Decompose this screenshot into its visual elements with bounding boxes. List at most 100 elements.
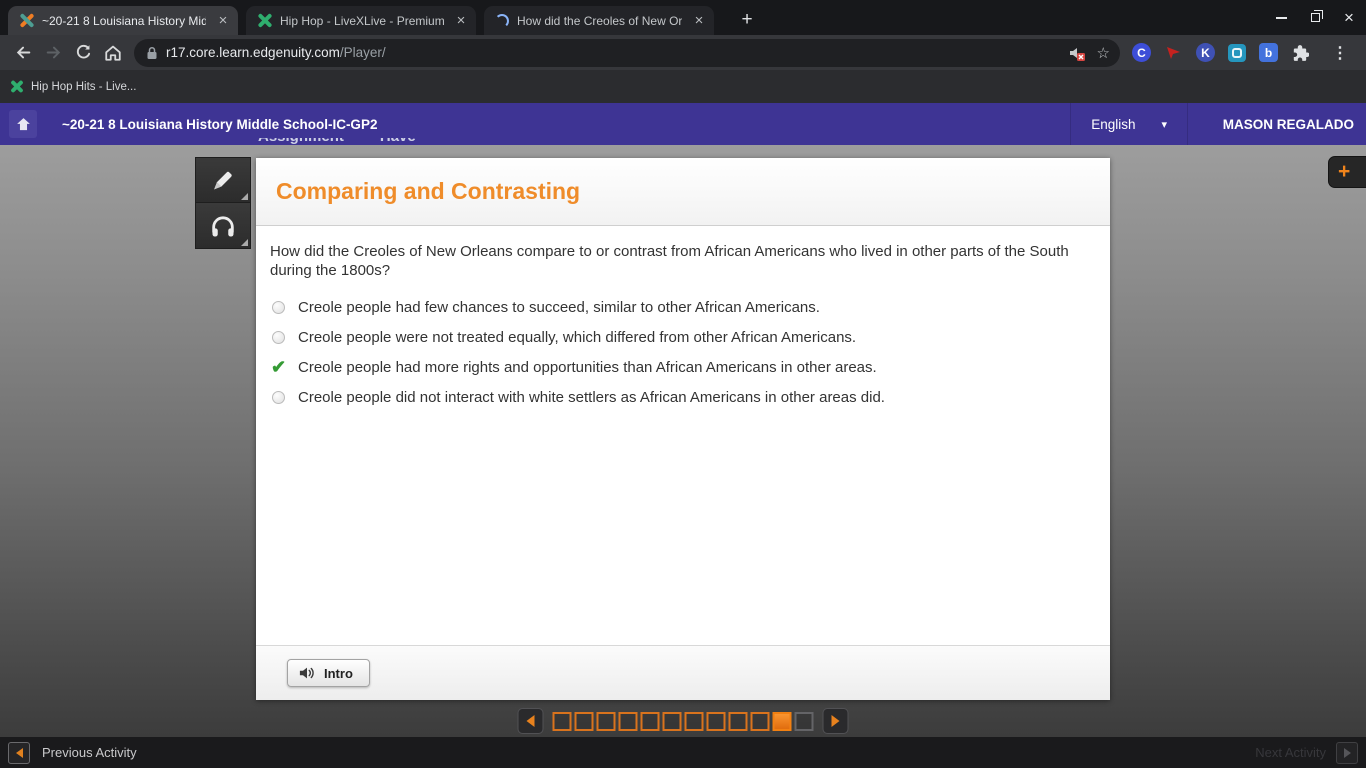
speaker-icon bbox=[299, 667, 314, 679]
extension-icon-teal[interactable] bbox=[1228, 43, 1246, 62]
forward-button[interactable] bbox=[38, 38, 68, 68]
page-square-visited[interactable] bbox=[596, 711, 616, 731]
answer-option-selected[interactable]: ✔ Creole people had more rights and oppo… bbox=[270, 357, 1096, 377]
new-tab-button[interactable]: + bbox=[734, 7, 760, 33]
chevron-down-icon: ▾ bbox=[1161, 118, 1167, 131]
previous-activity-label[interactable]: Previous Activity bbox=[42, 745, 137, 760]
intro-audio-button[interactable]: Intro bbox=[287, 659, 370, 687]
activity-card-body: How did the Creoles of New Orleans compa… bbox=[256, 226, 1110, 645]
browser-toolbar: r17.core.learn.edgenuity.com/Player/ ☆ C… bbox=[0, 35, 1366, 70]
back-button[interactable] bbox=[8, 38, 38, 68]
radio-icon[interactable] bbox=[272, 300, 285, 314]
restore-icon bbox=[1310, 10, 1323, 22]
tab-livexlive[interactable]: Hip Hop - LiveXLive - Premium L × bbox=[246, 6, 476, 35]
url-text: r17.core.learn.edgenuity.com/Player/ bbox=[166, 45, 386, 60]
answer-option-label: Creole people had more rights and opport… bbox=[298, 358, 877, 376]
answer-option-label: Creole people did not interact with whit… bbox=[298, 388, 885, 406]
next-activity-group: Next Activity bbox=[1255, 741, 1358, 764]
left-triangle-icon bbox=[15, 747, 23, 758]
page-square-visited[interactable] bbox=[684, 711, 704, 731]
clipped-tab-assignment[interactable]: Assignment bbox=[258, 138, 344, 145]
clipped-activity-tabs: Assignment Have bbox=[258, 138, 416, 145]
bookmarks-bar: Hip Hop Hits - Live... bbox=[0, 70, 1366, 103]
user-menu[interactable]: MASON REGALADO bbox=[1223, 103, 1354, 145]
page-square-current[interactable] bbox=[772, 711, 792, 731]
page-square-visited[interactable] bbox=[728, 711, 748, 731]
tab-title: ~20-21 8 Louisiana History Midd bbox=[42, 13, 206, 28]
window-close-button[interactable]: × bbox=[1332, 0, 1366, 35]
headphones-icon bbox=[212, 215, 234, 236]
slide-pagination bbox=[517, 706, 849, 736]
page-square-visited[interactable] bbox=[662, 711, 682, 731]
bookmark-item[interactable]: Hip Hop Hits - Live... bbox=[31, 81, 136, 93]
minimize-button[interactable] bbox=[1264, 0, 1298, 35]
back-icon bbox=[16, 46, 30, 59]
tab-muted-icon[interactable] bbox=[1067, 44, 1087, 62]
right-triangle-icon bbox=[831, 715, 840, 727]
radio-icon[interactable] bbox=[272, 330, 285, 344]
activity-nav-bar: Previous Activity Next Activity bbox=[0, 737, 1366, 768]
user-name: MASON REGALADO bbox=[1222, 116, 1354, 132]
answer-option[interactable]: Creole people did not interact with whit… bbox=[270, 387, 1096, 407]
page-square-visited[interactable] bbox=[618, 711, 638, 731]
close-icon[interactable]: × bbox=[690, 12, 708, 30]
loading-spinner-icon bbox=[495, 13, 509, 28]
check-icon: ✔ bbox=[270, 356, 287, 377]
pagination-next-button[interactable] bbox=[822, 708, 849, 734]
answer-option-label: Creole people had few chances to succeed… bbox=[298, 298, 820, 316]
answer-option[interactable]: Creole people had few chances to succeed… bbox=[270, 297, 1096, 317]
player-content-area: + Comparing and Contrasting How did the … bbox=[0, 145, 1366, 737]
url-host: r17.core.learn.edgenuity.com bbox=[166, 45, 340, 60]
reload-button[interactable] bbox=[68, 38, 98, 68]
page-square-future[interactable] bbox=[794, 711, 814, 731]
activity-card: Comparing and Contrasting How did the Cr… bbox=[256, 158, 1110, 700]
bookmark-star-icon[interactable]: ☆ bbox=[1097, 44, 1110, 62]
edgenuity-header: ~20-21 8 Louisiana History Middle School… bbox=[0, 103, 1366, 145]
browser-menu-icon[interactable]: ⋮ bbox=[1332, 43, 1348, 63]
close-icon[interactable]: × bbox=[452, 12, 470, 30]
language-selector[interactable]: English ▾ bbox=[1070, 103, 1188, 145]
page-square-visited[interactable] bbox=[574, 711, 594, 731]
next-activity-button[interactable] bbox=[1336, 741, 1358, 764]
extension-icon-k[interactable]: K bbox=[1196, 43, 1215, 62]
green-x-icon bbox=[257, 13, 273, 28]
side-panel-toggle[interactable]: + bbox=[1328, 156, 1366, 188]
page-square-visited[interactable] bbox=[750, 711, 770, 731]
left-triangle-icon bbox=[526, 715, 535, 727]
close-icon[interactable]: × bbox=[214, 12, 232, 30]
highlighter-tool-button[interactable] bbox=[195, 157, 251, 203]
tab-edgenuity[interactable]: ~20-21 8 Louisiana History Midd × bbox=[8, 6, 238, 35]
previous-activity-button[interactable] bbox=[8, 741, 30, 764]
window-controls: × bbox=[1264, 0, 1366, 35]
pencil-icon bbox=[214, 171, 232, 190]
edgenuity-x-icon bbox=[19, 13, 35, 28]
page-square-visited[interactable] bbox=[552, 711, 572, 731]
pagination-prev-button[interactable] bbox=[517, 708, 544, 734]
clipped-tab-secondary[interactable]: Have bbox=[380, 138, 416, 145]
green-x-icon bbox=[10, 79, 24, 94]
page-square-visited[interactable] bbox=[640, 711, 660, 731]
restore-button[interactable] bbox=[1298, 0, 1332, 35]
extensions-puzzle-icon[interactable] bbox=[1291, 44, 1309, 62]
browser-tab-strip: ~20-21 8 Louisiana History Midd × Hip Ho… bbox=[0, 0, 1366, 35]
page-square-visited[interactable] bbox=[706, 711, 726, 731]
language-value: English bbox=[1091, 116, 1136, 132]
question-text: How did the Creoles of New Orleans compa… bbox=[270, 243, 1069, 279]
home-icon bbox=[105, 45, 121, 61]
lock-icon bbox=[147, 46, 157, 59]
activity-card-footer: Intro bbox=[256, 645, 1110, 700]
answer-option[interactable]: Creole people were not treated equally, … bbox=[270, 327, 1096, 347]
extension-icon-red-arrow[interactable] bbox=[1164, 43, 1183, 62]
radio-icon[interactable] bbox=[272, 390, 285, 404]
home-button[interactable] bbox=[98, 38, 128, 68]
activity-card-header: Comparing and Contrasting bbox=[256, 158, 1110, 226]
address-bar[interactable]: r17.core.learn.edgenuity.com/Player/ ☆ bbox=[134, 38, 1120, 67]
read-aloud-tool-button[interactable] bbox=[195, 203, 251, 249]
forward-icon bbox=[46, 46, 60, 59]
extension-icon-b[interactable]: b bbox=[1259, 43, 1278, 62]
url-path: /Player/ bbox=[339, 45, 386, 60]
extension-icon-c[interactable]: C bbox=[1132, 43, 1151, 62]
extension-cluster: C K b ⋮ bbox=[1132, 43, 1356, 63]
edgenuity-home-button[interactable] bbox=[9, 110, 37, 138]
tab-question[interactable]: How did the Creoles of New Orle × bbox=[484, 6, 714, 35]
